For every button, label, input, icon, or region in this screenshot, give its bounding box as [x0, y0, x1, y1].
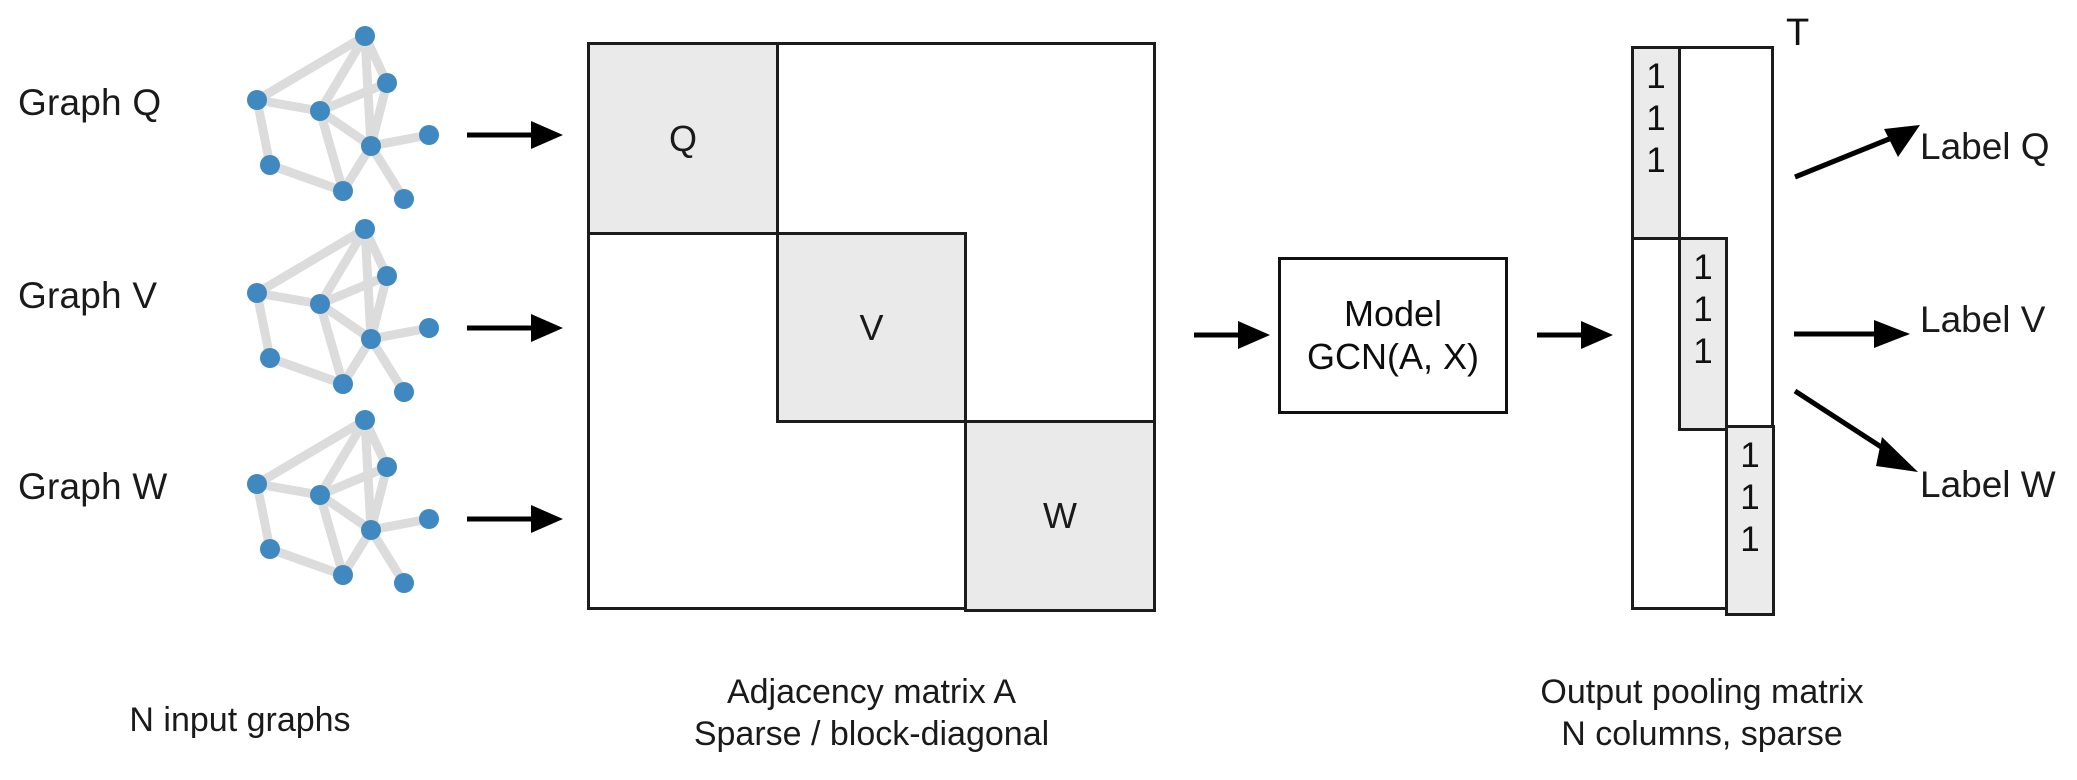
arrow-output-q-icon: [1794, 125, 1920, 180]
pooling-cell: 1: [1740, 520, 1760, 559]
arrow-matrix-to-model-icon: [1194, 321, 1270, 349]
adjacency-block-w-label: W: [1043, 495, 1077, 536]
adjacency-block-v: V: [776, 232, 967, 423]
model-box: Model GCN(A, X): [1278, 257, 1508, 414]
pooling-column-v: 1 1 1: [1678, 237, 1728, 431]
output-label-q: Label Q: [1920, 126, 2050, 167]
input-graph-q: [247, 26, 439, 209]
input-graph-v: [247, 219, 439, 402]
output-label-v: Label V: [1920, 299, 2046, 340]
model-line-2: GCN(A, X): [1306, 335, 1479, 377]
pooling-column-q: 1 1 1: [1631, 46, 1681, 240]
caption-pooling-line1: Output pooling matrix: [1540, 673, 1864, 711]
model-box-text: Model GCN(A, X): [1307, 293, 1479, 378]
adjacency-block-w: W: [964, 420, 1156, 612]
pooling-cell: 1: [1693, 248, 1713, 287]
pooling-cell: 1: [1740, 436, 1760, 475]
adjacency-block-q-label: Q: [668, 117, 697, 159]
graph-label-v: Graph V: [18, 275, 158, 316]
pooling-cell: 1: [1693, 290, 1713, 329]
arrow-output-w-icon: [1793, 388, 1918, 472]
pooling-cell: 1: [1740, 478, 1760, 517]
pooling-cell: 1: [1646, 57, 1666, 96]
diagram-canvas: Graph Q Graph V Graph W N input graphs Q…: [0, 0, 2077, 780]
arrow-input-w-icon: [467, 505, 563, 533]
input-graph-w: [247, 410, 439, 593]
pooling-column-w: 1 1 1: [1725, 425, 1775, 616]
pooling-matrix: 1 1 1 1 1 1 1 1 1: [1631, 46, 1775, 616]
caption-adjacency-line1: Adjacency matrix A: [726, 673, 1017, 711]
adjacency-matrix: Q V W: [587, 42, 1156, 612]
model-line-1: Model: [1343, 293, 1443, 335]
graph-label-w: Graph W: [18, 466, 168, 507]
pooling-cell: 1: [1646, 141, 1666, 180]
arrow-input-q-icon: [467, 121, 563, 149]
arrow-input-v-icon: [467, 314, 563, 342]
output-label-w: Label W: [1920, 464, 2056, 505]
adjacency-block-v-label: V: [859, 306, 884, 348]
arrow-output-v-icon: [1794, 320, 1910, 348]
caption-input-graphs: N input graphs: [129, 701, 351, 739]
adjacency-block-q: Q: [587, 42, 779, 235]
caption-adjacency-line2: Sparse / block-diagonal: [693, 715, 1050, 753]
graph-label-q: Graph Q: [18, 82, 162, 123]
arrow-model-to-pooling-icon: [1537, 321, 1613, 349]
caption-pooling-line2: N columns, sparse: [1561, 715, 1843, 753]
pooling-cell: 1: [1693, 332, 1713, 371]
pooling-transpose-label: T: [1786, 12, 1810, 54]
pooling-cell: 1: [1646, 99, 1666, 138]
